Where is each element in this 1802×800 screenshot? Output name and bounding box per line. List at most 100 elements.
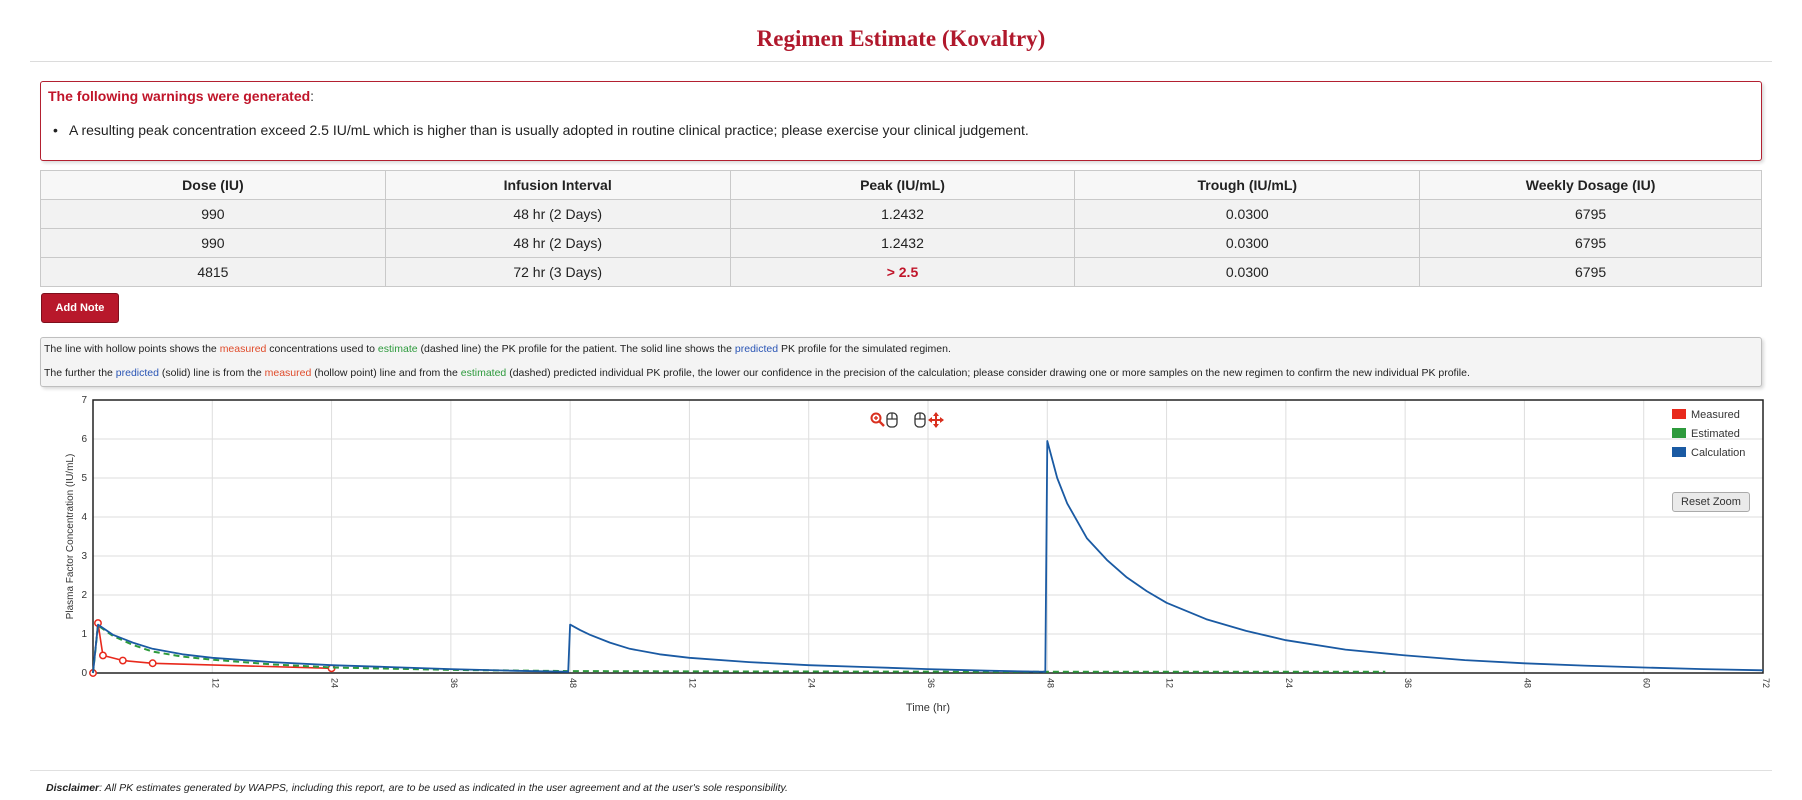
column-header-weekly-dosage: Weekly Dosage (IU) [1419, 170, 1762, 200]
column-header-trough: Trough (IU/mL) [1074, 170, 1421, 200]
cell-peak: 1.2432 [729, 199, 1076, 229]
x-tick-label: 12 [210, 678, 220, 688]
text-segment: The line with hollow points shows the [44, 343, 220, 355]
text-segment: (hollow point) line and from the [311, 367, 461, 379]
measured-point [118, 656, 127, 665]
warning-item: A resulting peak concentration exceed 2.… [53, 122, 1029, 138]
column-header-dose: Dose (IU) [40, 170, 386, 200]
chart-toolbar [870, 412, 950, 436]
chart-explanation-panel: The line with hollow points shows the me… [40, 337, 1762, 387]
footer-divider [30, 770, 1772, 771]
legend-label: Measured [1691, 409, 1740, 421]
y-tick-label: 7 [81, 395, 87, 406]
cell-infusion-interval: 72 hr (3 Days) [384, 257, 731, 287]
x-axis-title: Time (hr) [906, 702, 950, 714]
explanation-line-2: The further the predicted (solid) line i… [44, 367, 1470, 379]
disclaimer: Disclaimer: All PK estimates generated b… [46, 782, 788, 794]
y-axis-title: Plasma Factor Concentration (IU/mL) [65, 454, 76, 620]
y-tick-label: 4 [81, 512, 87, 523]
x-tick-label: 36 [1403, 678, 1413, 688]
table-row: 4815 72 hr (3 Days) > 2.5 0.0300 6795 [40, 257, 1762, 287]
text-segment: concentrations used to [266, 343, 378, 355]
x-tick-label: 48 [1045, 678, 1055, 688]
pan-icon[interactable] [928, 412, 944, 428]
predicted-term: predicted [115, 367, 159, 379]
column-header-peak: Peak (IU/mL) [729, 170, 1076, 200]
measured-term: measured [219, 343, 267, 355]
legend-label: Calculation [1691, 447, 1746, 459]
legend-swatch [1672, 447, 1686, 457]
zoom-in-icon[interactable] [870, 412, 886, 428]
pk-chart-svg[interactable]: 0123456712 24 36 48 12 24 36 48 12 24 36 48 60 72 Tim… [35, 392, 1772, 757]
estimated-term: estimated [460, 367, 507, 379]
x-tick-label: 48 [1522, 678, 1532, 688]
cell-infusion-interval: 48 hr (2 Days) [384, 228, 731, 258]
y-tick-label: 0 [81, 668, 87, 679]
text-segment: (dashed line) the PK profile for the pat… [417, 343, 735, 355]
chart-grid [93, 399, 1764, 674]
text-segment: (solid) line is from the [159, 367, 265, 379]
legend-item-estimated[interactable]: Estimated [1672, 427, 1745, 446]
cell-peak-alert: > 2.5 [729, 257, 1076, 287]
legend-swatch [1672, 428, 1686, 438]
disclaimer-label: Disclaimer [46, 782, 100, 794]
column-header-infusion-interval: Infusion Interval [384, 170, 731, 200]
y-tick-label: 2 [81, 590, 87, 601]
x-tick-label: 48 [568, 678, 578, 688]
table-row: 990 48 hr (2 Days) 1.2432 0.0300 6795 [40, 228, 1762, 258]
x-tick-label: 24 [1284, 678, 1294, 688]
measured-point [148, 659, 157, 668]
estimated-series-line [92, 624, 1386, 674]
predicted-term: predicted [734, 343, 779, 355]
cell-trough: 0.0300 [1074, 228, 1421, 258]
x-tick-label: 72 [1761, 678, 1771, 688]
table-header-row: Dose (IU) Infusion Interval Peak (IU/mL)… [40, 170, 1762, 200]
y-tick-label: 1 [81, 629, 87, 640]
report-page: Regimen Estimate (Kovaltry) The followin… [30, 0, 1772, 800]
mouse-icon [914, 412, 926, 428]
legend-swatch [1672, 409, 1686, 419]
warnings-heading: The following warnings were generated: [48, 88, 314, 104]
mouse-icon [886, 412, 898, 428]
y-tick-label: 3 [81, 551, 87, 562]
warnings-panel: The following warnings were generated: A… [40, 81, 1762, 161]
legend-item-measured[interactable]: Measured [1672, 408, 1745, 427]
add-note-button[interactable]: Add Note [41, 293, 119, 323]
x-tick-label: 12 [687, 678, 697, 688]
cell-peak: 1.2432 [729, 228, 1076, 258]
legend-label: Estimated [1691, 428, 1740, 440]
text-segment: PK profile for the simulated regimen. [778, 343, 951, 355]
x-tick-label: 36 [449, 678, 459, 688]
explanation-line-1: The line with hollow points shows the me… [44, 343, 951, 355]
reset-zoom-button[interactable]: Reset Zoom [1672, 492, 1750, 512]
text-segment: (dashed) predicted individual PK profile… [506, 367, 1470, 379]
x-tick-label: 24 [807, 678, 817, 688]
warnings-heading-colon: : [310, 88, 315, 104]
title-bar: Regimen Estimate (Kovaltry) [30, 0, 1772, 62]
x-tick-label: 24 [330, 678, 340, 688]
pk-chart: 0 1 2 3 4 5 6 7 12 24 36 48 12 24 36 48 12 24 36 48 60 72 Tim… [35, 392, 1772, 757]
measured-term: measured [264, 367, 312, 379]
cell-trough: 0.0300 [1074, 257, 1421, 287]
disclaimer-text: : All PK estimates generated by WAPPS, i… [99, 782, 788, 794]
text-segment: The further the [44, 367, 116, 379]
cell-weekly-dosage: 6795 [1419, 199, 1762, 229]
estimate-term: estimate [377, 343, 418, 355]
cell-weekly-dosage: 6795 [1419, 257, 1762, 287]
x-tick-label: 60 [1642, 678, 1652, 688]
y-tick-label: 5 [81, 473, 87, 484]
cell-dose: 4815 [40, 257, 386, 287]
x-tick-label: 12 [1165, 678, 1175, 688]
legend-item-calculation[interactable]: Calculation [1672, 446, 1745, 465]
cell-dose: 990 [40, 228, 386, 258]
chart-legend: Measured Estimated Calculation [1672, 408, 1745, 465]
cell-infusion-interval: 48 hr (2 Days) [384, 199, 731, 229]
page-title: Regimen Estimate (Kovaltry) [756, 26, 1046, 51]
x-tick-label: 36 [926, 678, 936, 688]
y-tick-label: 6 [81, 434, 87, 445]
table-row: 990 48 hr (2 Days) 1.2432 0.0300 6795 [40, 199, 1762, 229]
regimen-table: Dose (IU) Infusion Interval Peak (IU/mL)… [40, 170, 1762, 287]
warnings-heading-text: The following warnings were generated [48, 88, 311, 104]
cell-dose: 990 [40, 199, 386, 229]
chart-series [89, 440, 1764, 677]
